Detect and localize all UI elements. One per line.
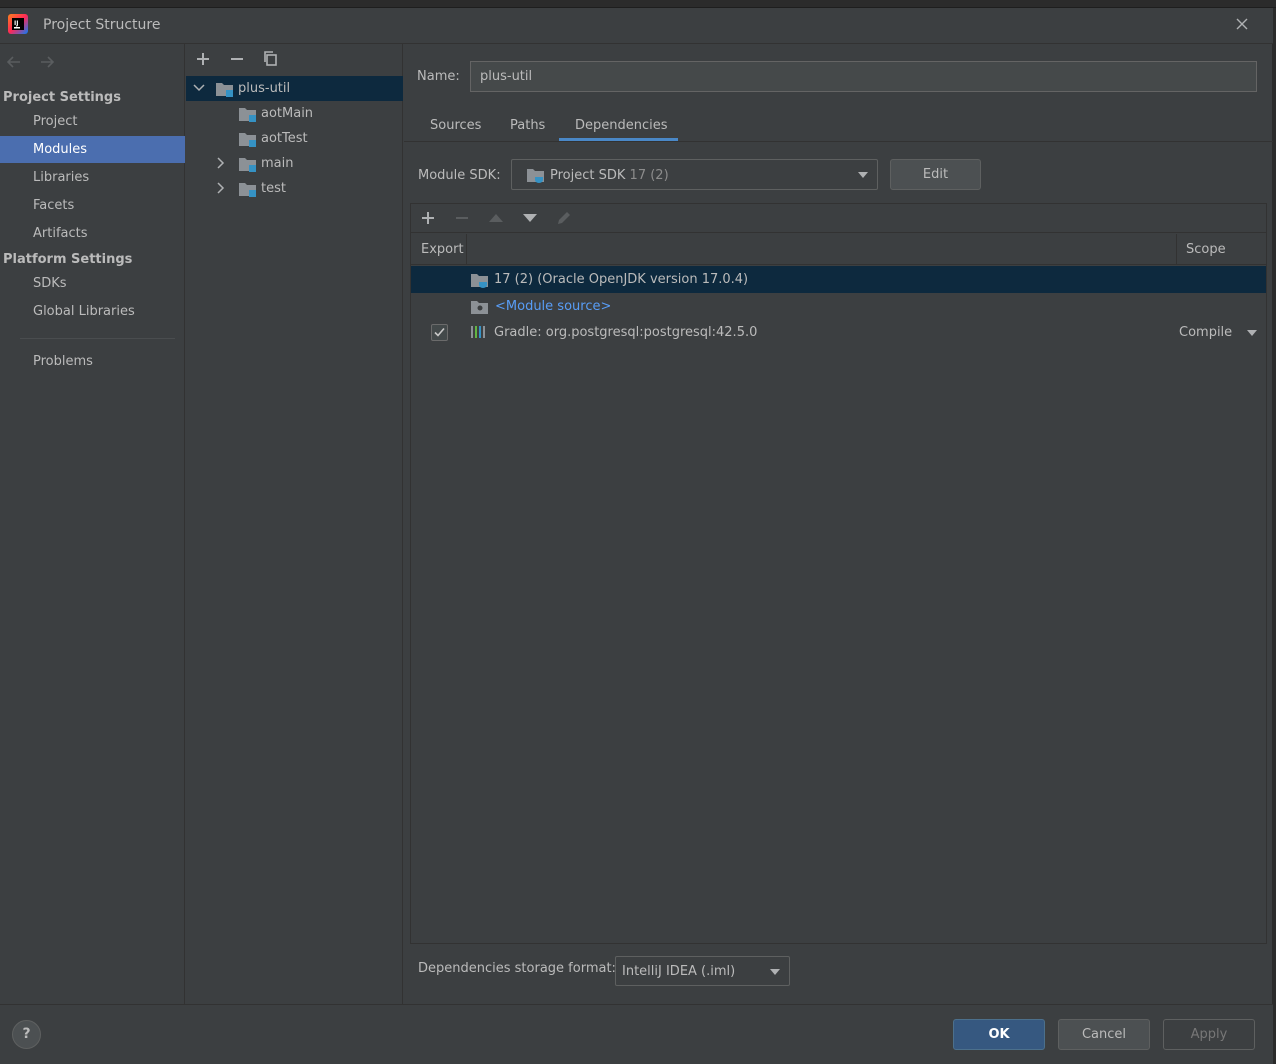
- cancel-button[interactable]: Cancel: [1058, 1019, 1150, 1050]
- name-label: Name:: [417, 69, 460, 84]
- jdk-folder-icon: [470, 271, 490, 289]
- column-header-scope[interactable]: Scope: [1186, 242, 1226, 257]
- svg-text:IJ: IJ: [14, 20, 18, 27]
- tabs-divider: [404, 141, 1273, 142]
- edit-pencil-icon[interactable]: [554, 208, 574, 228]
- copy-icon[interactable]: [261, 49, 281, 69]
- tab-paths[interactable]: Paths: [510, 118, 545, 133]
- jdk-folder-icon: [526, 166, 546, 184]
- arrow-right-icon[interactable]: [37, 52, 57, 72]
- nav-item-modules[interactable]: Modules: [0, 136, 185, 163]
- chevron-right-icon[interactable]: [214, 181, 228, 195]
- chevron-down-icon[interactable]: [192, 81, 206, 95]
- nav-item-project[interactable]: Project: [0, 108, 185, 135]
- nav-item-libraries[interactable]: Libraries: [0, 164, 185, 191]
- help-button[interactable]: ?: [12, 1020, 41, 1049]
- source-folder-icon: [238, 180, 258, 198]
- tree-item-test[interactable]: test: [261, 181, 286, 196]
- dependencies-table: [410, 203, 1267, 944]
- tab-sources[interactable]: Sources: [430, 118, 481, 133]
- arrow-left-icon[interactable]: [4, 52, 24, 72]
- column-separator: [1176, 234, 1177, 265]
- module-source-folder-icon: [470, 298, 490, 316]
- tab-dependencies[interactable]: Dependencies: [575, 118, 668, 133]
- remove-icon[interactable]: [227, 49, 247, 69]
- dependency-name: Gradle: org.postgresql:postgresql:42.5.0: [494, 325, 758, 340]
- edit-sdk-button[interactable]: Edit: [890, 159, 981, 190]
- source-folder-icon: [238, 155, 258, 173]
- chevron-down-icon[interactable]: [1245, 328, 1259, 338]
- window-title: Project Structure: [43, 17, 161, 33]
- move-down-icon[interactable]: [520, 208, 540, 228]
- library-icon: [470, 324, 488, 340]
- nav-item-sdks[interactable]: SDKs: [0, 270, 185, 297]
- remove-icon[interactable]: [452, 208, 472, 228]
- column-separator: [466, 234, 467, 265]
- add-icon[interactable]: [418, 208, 438, 228]
- close-icon[interactable]: [1232, 14, 1252, 34]
- chevron-down-icon[interactable]: [768, 967, 782, 977]
- storage-format-label: Dependencies storage format:: [418, 961, 616, 976]
- source-folder-icon: [238, 105, 258, 123]
- apply-button[interactable]: Apply: [1163, 1019, 1255, 1050]
- ok-button[interactable]: OK: [953, 1019, 1045, 1050]
- platform-settings-header: Platform Settings: [3, 252, 133, 267]
- add-icon[interactable]: [193, 49, 213, 69]
- move-up-icon[interactable]: [486, 208, 506, 228]
- chevron-right-icon[interactable]: [214, 156, 228, 170]
- nav-item-global-libraries[interactable]: Global Libraries: [0, 298, 185, 325]
- storage-format-value: IntelliJ IDEA (.iml): [622, 964, 736, 979]
- dependency-name: 17 (2) (Oracle OpenJDK version 17.0.4): [494, 272, 749, 287]
- tree-label-plus-util: plus-util: [238, 81, 291, 96]
- scope-dropdown[interactable]: Compile: [1179, 325, 1232, 340]
- nav-divider: [20, 338, 175, 339]
- dependencies-header: [411, 234, 1266, 265]
- intellij-logo-icon: IJ: [7, 13, 29, 35]
- export-checkbox[interactable]: [431, 324, 448, 341]
- sdk-version: 17 (2): [629, 168, 669, 183]
- module-name-input[interactable]: plus-util: [470, 61, 1257, 92]
- editor-background-strip: [0, 0, 1276, 8]
- column-header-export[interactable]: Export: [421, 242, 464, 257]
- module-sdk-value: Project SDK 17 (2): [550, 168, 669, 183]
- chevron-down-icon[interactable]: [856, 170, 870, 180]
- project-settings-header: Project Settings: [3, 90, 121, 105]
- tree-item-aottest[interactable]: aotTest: [261, 131, 308, 146]
- module-source-link[interactable]: <Module source>: [495, 299, 611, 314]
- source-folder-icon: [238, 130, 258, 148]
- nav-item-facets[interactable]: Facets: [0, 192, 185, 219]
- nav-item-problems[interactable]: Problems: [0, 348, 185, 375]
- title-bar: [0, 8, 1273, 44]
- module-folder-icon: [215, 80, 235, 98]
- tree-item-main[interactable]: main: [261, 156, 293, 171]
- sdk-name: Project SDK: [550, 168, 626, 183]
- nav-item-artifacts[interactable]: Artifacts: [0, 220, 185, 247]
- module-sdk-label: Module SDK:: [418, 168, 501, 183]
- tree-item-aotmain[interactable]: aotMain: [261, 106, 313, 121]
